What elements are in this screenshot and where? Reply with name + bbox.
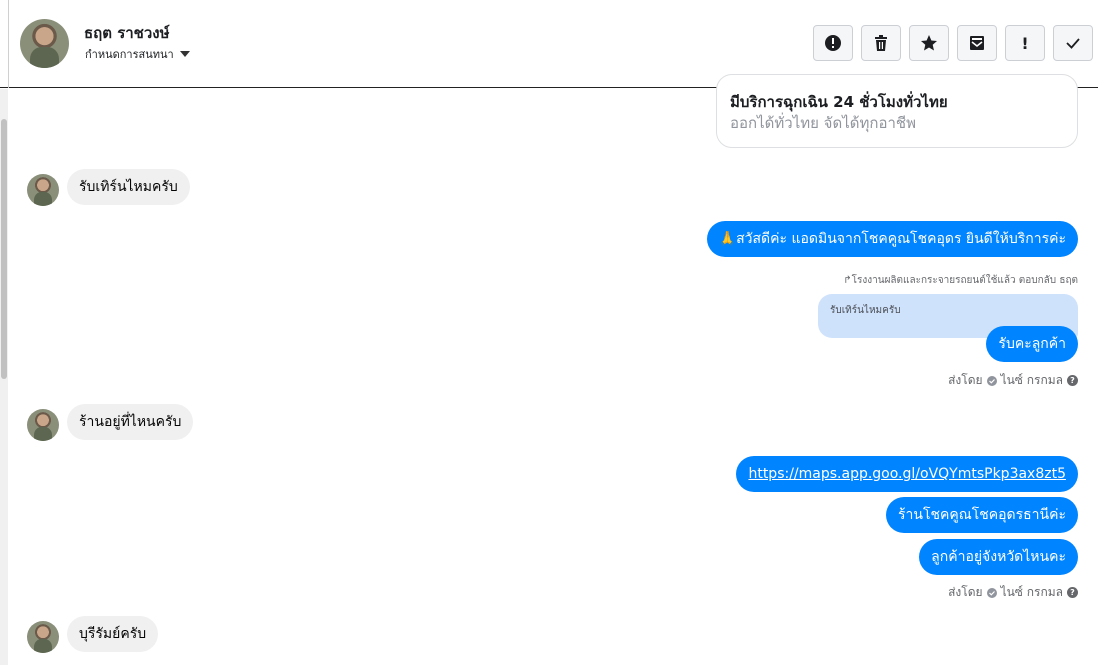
scrollbar[interactable]	[0, 89, 8, 665]
assign-conversation-dropdown[interactable]: กำหนดการสนทนา	[85, 45, 190, 63]
contact-avatar-small[interactable]	[27, 621, 59, 653]
delete-button[interactable]	[861, 25, 901, 61]
trash-icon	[875, 35, 887, 51]
sender-name: ไนซ์ กรกมล	[1000, 373, 1063, 387]
reply-context-note: ↱โรงงานผลิตและกระจายรถยนต์ใช้แล้ว ตอบกลั…	[843, 275, 1078, 286]
sent-by-prefix: ส่งโดย	[948, 373, 983, 387]
incoming-message[interactable]: บุรีรัมย์ครับ	[67, 616, 159, 652]
check-circle-icon	[986, 587, 997, 598]
contact-avatar[interactable]	[20, 19, 69, 68]
mark-unread-button[interactable]	[957, 25, 997, 61]
mark-done-button[interactable]	[1053, 25, 1093, 61]
mail-icon	[970, 36, 984, 50]
sender-name: ไนซ์ กรกมล	[1000, 585, 1063, 599]
assign-label: กำหนดการสนทนา	[85, 48, 174, 61]
help-icon[interactable]: ?	[1067, 375, 1078, 386]
mark-spam-button[interactable]	[813, 25, 853, 61]
sent-by-info: ส่งโดย ไนซ์ กรกมล ?	[948, 371, 1078, 390]
incoming-message[interactable]: รับเทิร์นไหมครับ	[67, 169, 190, 205]
contact-avatar-small[interactable]	[27, 174, 59, 206]
outgoing-message[interactable]: รับคะลูกค้า	[986, 326, 1078, 362]
card-subtitle: ออกได้ทั่วไทย จัดได้ทุกอาชีพ	[730, 114, 916, 132]
contact-name[interactable]: ธฤต ราชวงษ์	[84, 21, 170, 45]
contact-avatar-small[interactable]	[27, 409, 59, 441]
star-icon	[921, 35, 937, 51]
outgoing-link-message[interactable]: https://maps.app.goo.gl/oVQYmtsPkp3ax8zt…	[736, 456, 1078, 492]
outgoing-message[interactable]: ลูกค้าอยู่จังหวัดไหนคะ	[919, 539, 1078, 575]
exclamation-icon: !	[1021, 33, 1029, 53]
ad-card[interactable]: มีบริการฉุกเฉิน 24 ชั่วโมงทั่วไทย ออกได้…	[716, 74, 1078, 148]
sent-by-info: ส่งโดย ไนซ์ กรกมล ?	[948, 583, 1078, 602]
check-circle-icon	[986, 375, 997, 386]
map-link[interactable]: https://maps.app.goo.gl/oVQYmtsPkp3ax8zt…	[748, 466, 1066, 482]
check-icon	[1066, 38, 1080, 49]
caret-down-icon	[179, 51, 190, 57]
incoming-message[interactable]: ร้านอยู่ที่ไหนครับ	[67, 404, 194, 440]
scroll-thumb[interactable]	[1, 119, 7, 379]
sent-by-prefix: ส่งโดย	[948, 585, 983, 599]
outgoing-message[interactable]: ร้านโชคคูณโชคอุดรธานีค่ะ	[886, 497, 1078, 533]
outgoing-message[interactable]: 🙏สวัสดีค่ะ แอดมินจากโชคคูณโชคอุดร ยินดีใ…	[706, 221, 1078, 257]
follow-up-button[interactable]: !	[1005, 25, 1045, 61]
panel-divider	[8, 0, 9, 88]
alert-circle-icon	[825, 35, 841, 51]
star-button[interactable]	[909, 25, 949, 61]
help-icon[interactable]: ?	[1067, 587, 1078, 598]
